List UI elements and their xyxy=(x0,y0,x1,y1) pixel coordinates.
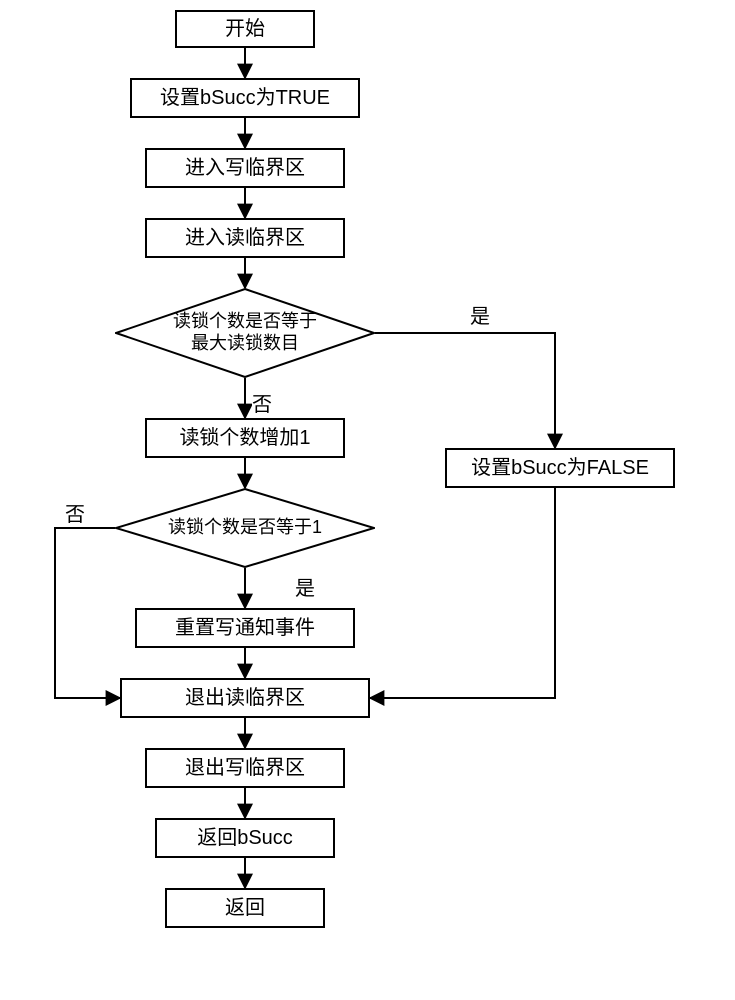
edge-label-no: 否 xyxy=(65,498,85,527)
node-return: 返回 xyxy=(165,888,325,928)
decision-label: 读锁个数是否等于最大读锁数目 xyxy=(115,288,375,378)
decision-readlock-max: 读锁个数是否等于最大读锁数目 xyxy=(115,288,375,378)
node-set-false: 设置bSucc为FALSE xyxy=(445,448,675,488)
decision-label: 读锁个数是否等于1 xyxy=(115,488,375,568)
node-label: 退出写临界区 xyxy=(185,756,305,780)
node-exit-read: 退出读临界区 xyxy=(120,678,370,718)
node-enter-read: 进入读临界区 xyxy=(145,218,345,258)
edge-label-no: 否 xyxy=(252,388,272,417)
node-start: 开始 xyxy=(175,10,315,48)
node-label: 开始 xyxy=(225,17,265,41)
edge-label-yes: 是 xyxy=(470,300,490,329)
node-label: 进入读临界区 xyxy=(185,226,305,250)
node-set-true: 设置bSucc为TRUE xyxy=(130,78,360,118)
node-label: 读锁个数增加1 xyxy=(179,426,310,450)
node-label: 重置写通知事件 xyxy=(175,616,315,640)
node-exit-write: 退出写临界区 xyxy=(145,748,345,788)
node-label: 进入写临界区 xyxy=(185,156,305,180)
decision-readlock-one: 读锁个数是否等于1 xyxy=(115,488,375,568)
node-label: 返回 xyxy=(225,896,265,920)
node-return-bsucc: 返回bSucc xyxy=(155,818,335,858)
node-label: 设置bSucc为FALSE xyxy=(471,456,649,480)
node-enter-write: 进入写临界区 xyxy=(145,148,345,188)
edge-label-yes: 是 xyxy=(295,572,315,601)
node-inc-read: 读锁个数增加1 xyxy=(145,418,345,458)
node-label: 退出读临界区 xyxy=(185,686,305,710)
node-label: 设置bSucc为TRUE xyxy=(160,86,330,110)
node-label: 返回bSucc xyxy=(197,826,293,850)
node-reset-event: 重置写通知事件 xyxy=(135,608,355,648)
